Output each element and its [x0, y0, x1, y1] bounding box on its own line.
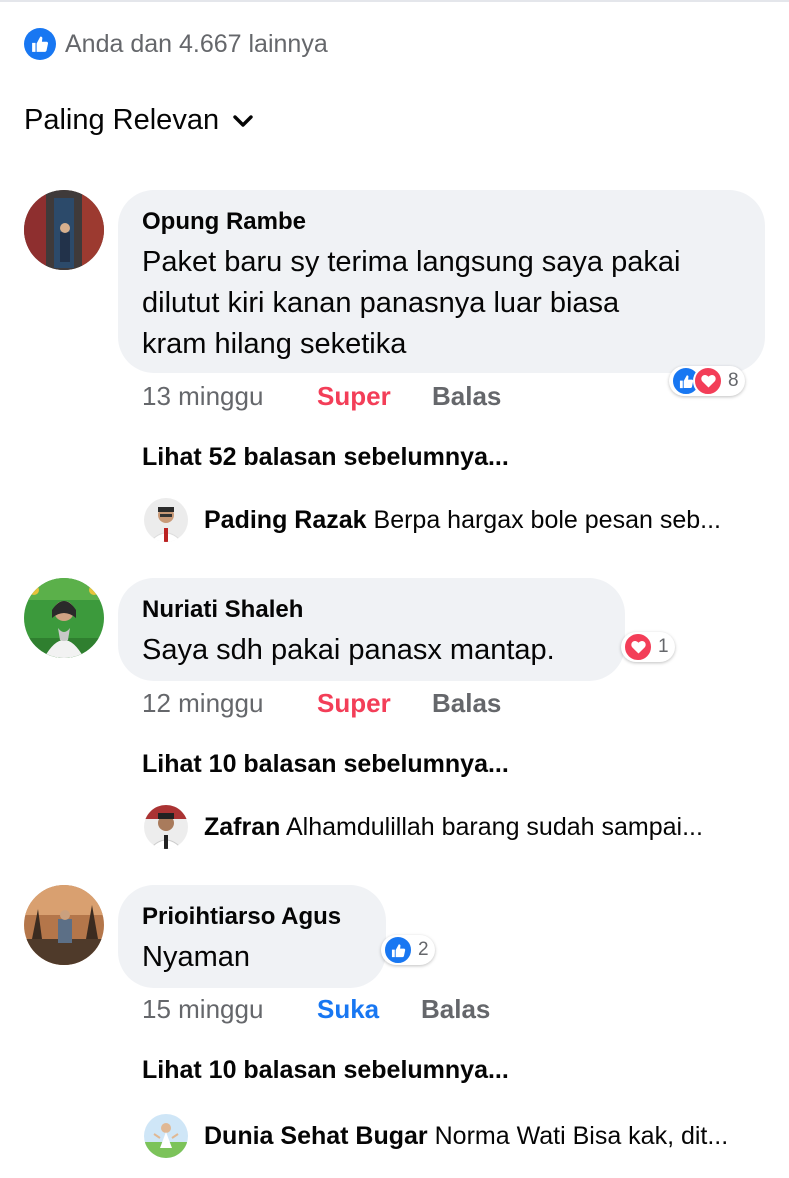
- avatar[interactable]: [144, 1114, 188, 1158]
- comment-text-line: Saya sdh pakai panasx mantap.: [142, 634, 555, 666]
- reply-preview: Zafran Alhamdulillah barang sudah sampai…: [204, 813, 703, 842]
- comment-author[interactable]: Nuriati Shaleh: [142, 596, 303, 624]
- comment-bubble: Prioihtiarso Agus Nyaman: [118, 885, 386, 988]
- comment-author[interactable]: Prioihtiarso Agus: [142, 903, 341, 931]
- reply-snippet: Alhamdulillah barang sudah sampai...: [285, 812, 703, 841]
- comment-bubble: Nuriati Shaleh Saya sdh pakai panasx man…: [118, 578, 625, 681]
- reaction-badge[interactable]: 8: [669, 366, 745, 396]
- avatar[interactable]: [144, 805, 188, 849]
- chevron-down-icon: [233, 114, 253, 127]
- comment-text-line: Nyaman: [142, 941, 250, 973]
- reaction-action-button[interactable]: Super: [317, 688, 391, 719]
- reaction-badge[interactable]: 1: [621, 632, 675, 662]
- reply-author[interactable]: Dunia Sehat Bugar: [204, 1122, 428, 1150]
- sort-dropdown[interactable]: Paling Relevan: [24, 104, 253, 137]
- avatar[interactable]: [144, 498, 188, 542]
- love-icon: [693, 366, 723, 396]
- love-icon: [623, 632, 653, 662]
- avatar[interactable]: [24, 190, 104, 270]
- reaction-count: 8: [728, 370, 739, 391]
- comment-text-line: dilutut kiri kanan panasnya luar biasa: [142, 287, 620, 319]
- reply-button[interactable]: Balas: [432, 381, 501, 412]
- comment-time[interactable]: 15 minggu: [142, 994, 263, 1025]
- sort-label: Paling Relevan: [24, 104, 220, 136]
- reply-snippet: Norma Wati Bisa kak, dit...: [434, 1121, 729, 1150]
- latest-reply[interactable]: Zafran Alhamdulillah barang sudah sampai…: [144, 805, 703, 849]
- top-divider: [0, 0, 789, 2]
- reply-button[interactable]: Balas: [432, 688, 501, 719]
- comment-author[interactable]: Opung Rambe: [142, 208, 306, 236]
- reaction-summary[interactable]: Anda dan 4.667 lainnya: [24, 28, 328, 60]
- reply-snippet: Berpa hargax bole pesan seb...: [373, 505, 721, 534]
- like-icon: [383, 935, 413, 965]
- comment-time[interactable]: 12 minggu: [142, 688, 263, 719]
- view-previous-replies-link[interactable]: Lihat 52 balasan sebelumnya...: [142, 443, 509, 472]
- reply-button[interactable]: Balas: [421, 994, 490, 1025]
- reaction-badge[interactable]: 2: [381, 935, 435, 965]
- reaction-action-button[interactable]: Suka: [317, 994, 379, 1025]
- reaction-action-button[interactable]: Super: [317, 381, 391, 412]
- avatar[interactable]: [24, 885, 104, 965]
- avatar[interactable]: [24, 578, 104, 658]
- reply-preview: Dunia Sehat Bugar Norma Wati Bisa kak, d…: [204, 1122, 728, 1151]
- reaction-count: 1: [658, 636, 669, 657]
- comment-bubble: Opung Rambe Paket baru sy terima langsun…: [118, 190, 765, 373]
- comment-text-line: kram hilang seketika: [142, 328, 407, 360]
- reaction-count: 2: [418, 939, 429, 960]
- reaction-summary-text: Anda dan 4.667 lainnya: [65, 29, 328, 58]
- comment-time[interactable]: 13 minggu: [142, 381, 263, 412]
- view-previous-replies-link[interactable]: Lihat 10 balasan sebelumnya...: [142, 750, 509, 779]
- reply-author[interactable]: Pading Razak: [204, 506, 367, 534]
- view-previous-replies-link[interactable]: Lihat 10 balasan sebelumnya...: [142, 1056, 509, 1085]
- reply-author[interactable]: Zafran: [204, 813, 280, 841]
- latest-reply[interactable]: Pading Razak Berpa hargax bole pesan seb…: [144, 498, 721, 542]
- comment-text-line: Paket baru sy terima langsung saya pakai: [142, 246, 681, 278]
- reply-preview: Pading Razak Berpa hargax bole pesan seb…: [204, 506, 721, 535]
- latest-reply[interactable]: Dunia Sehat Bugar Norma Wati Bisa kak, d…: [144, 1114, 728, 1158]
- like-icon: [24, 28, 56, 60]
